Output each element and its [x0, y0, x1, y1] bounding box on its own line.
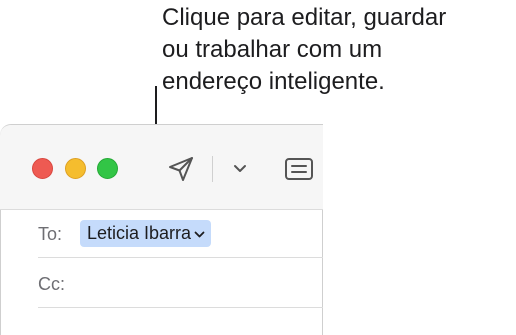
send-icon[interactable] — [167, 155, 195, 183]
cc-field[interactable]: Cc: — [38, 262, 323, 308]
recipient-token[interactable]: Leticia Ibarra — [80, 220, 212, 247]
cc-label: Cc: — [38, 274, 65, 294]
close-window-button[interactable] — [32, 158, 53, 179]
minimize-window-button[interactable] — [65, 158, 86, 179]
toolbar-divider — [212, 156, 213, 182]
callout-line-1: Clique para editar, guardar — [162, 4, 447, 31]
zoom-window-button[interactable] — [97, 158, 118, 179]
to-label: To: — [38, 224, 63, 244]
to-field[interactable]: To: Leticia Ibarra — [38, 212, 323, 258]
chevron-down-icon[interactable] — [233, 164, 247, 174]
callout-line-2: ou trabalhar com um — [162, 36, 383, 63]
header-fields-icon[interactable] — [284, 156, 314, 182]
callout-text: Clique para editar, guardar ou trabalhar… — [162, 2, 516, 98]
recipient-name: Leticia Ibarra — [87, 223, 192, 243]
toolbar — [0, 125, 323, 210]
chevron-down-icon[interactable] — [194, 231, 205, 239]
callout-line-3: endereço inteligente. — [162, 68, 385, 95]
